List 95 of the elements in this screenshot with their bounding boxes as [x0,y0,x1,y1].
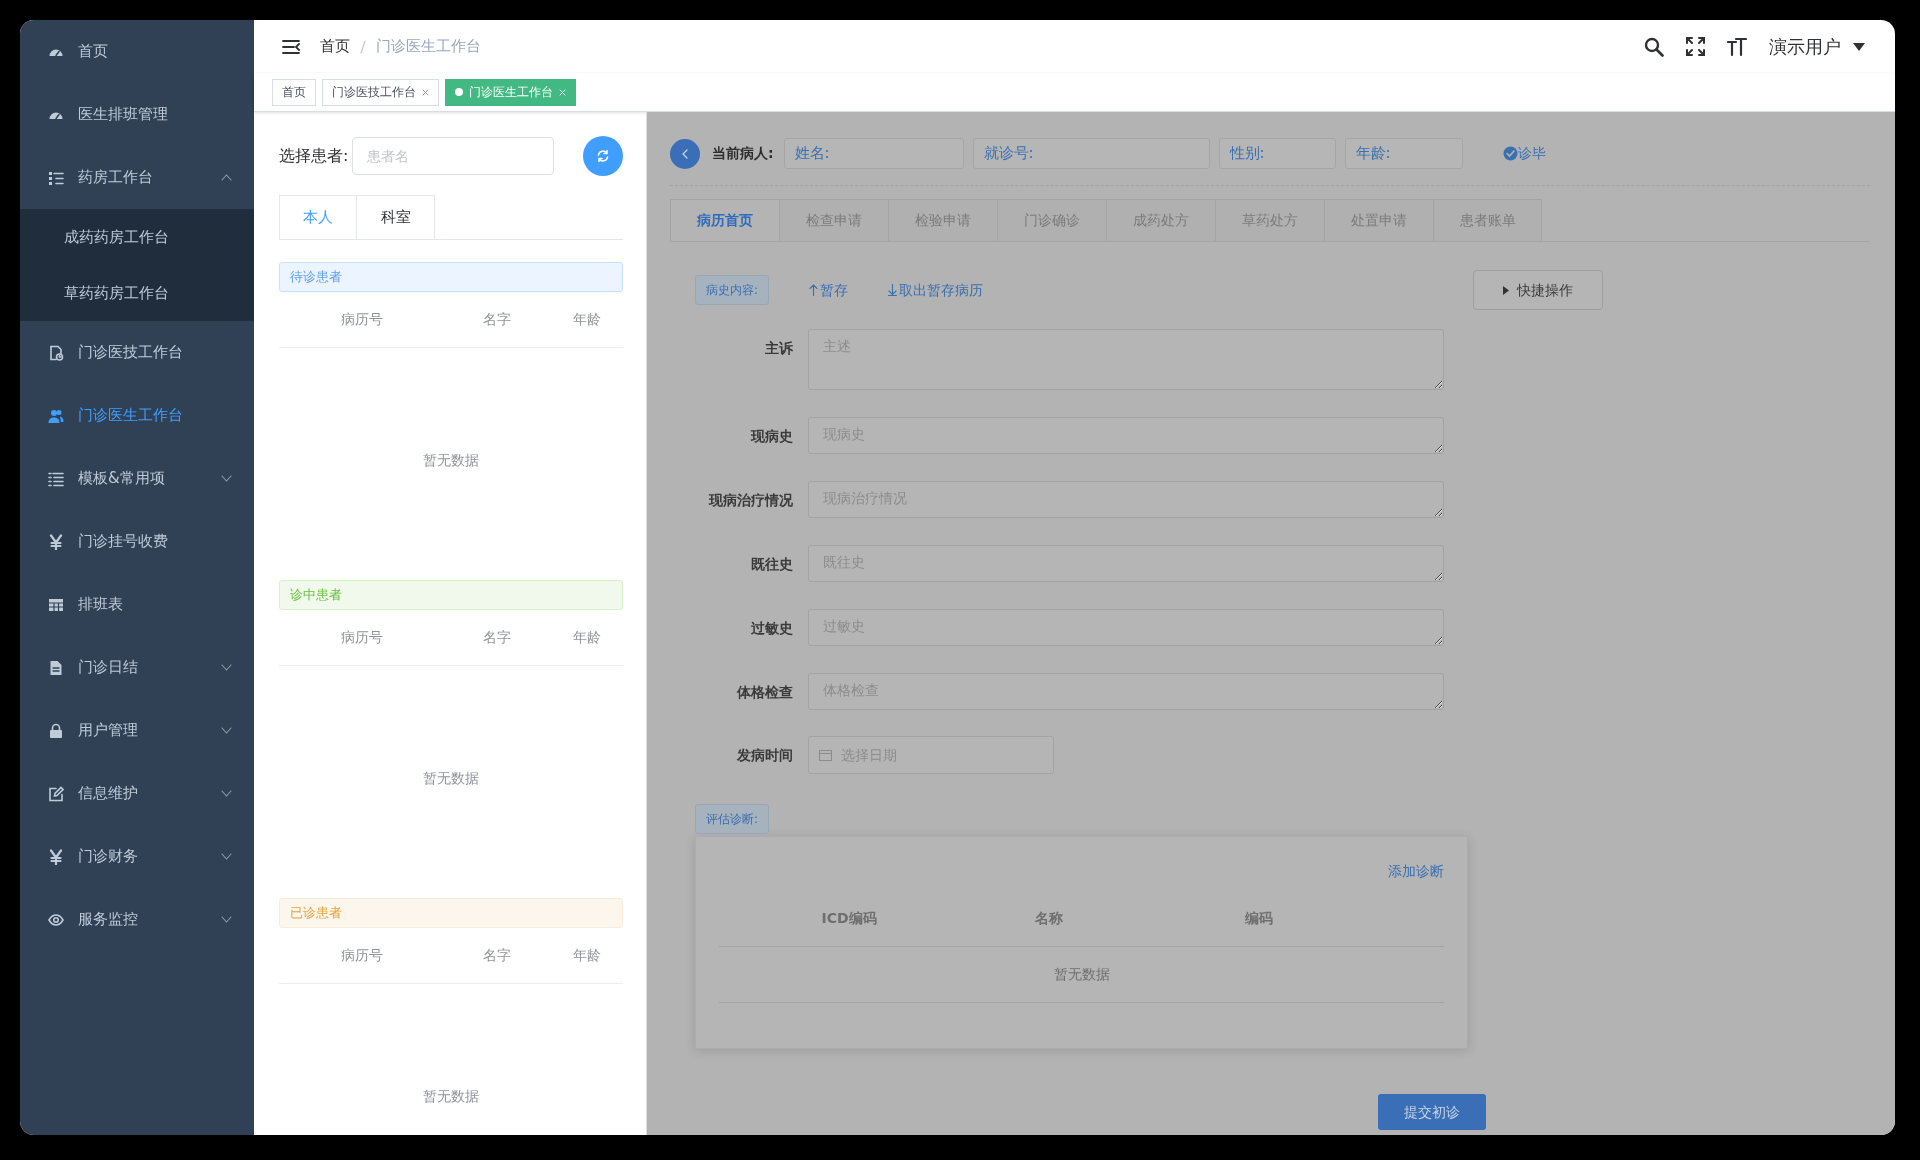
user-menu[interactable]: 演示用户 [1769,33,1865,60]
calendar-icon [819,749,832,761]
column-header: 名字 [482,628,512,647]
caret-icon [1853,42,1865,51]
search-icon [1644,36,1664,57]
sidebar-item[interactable]: 用户管理 [20,699,254,762]
menu-icon [282,38,300,55]
field-label: 既往史 [750,555,793,574]
play-icon [1503,285,1509,295]
column-header: 年龄 [571,310,602,329]
yen-icon [48,533,64,550]
column-header: 病历号 [340,310,384,329]
section-banner: 待诊患者 [279,262,623,292]
submenu-item[interactable]: 成药药房工作台 [20,209,254,265]
file-icon [48,659,64,676]
column-header: 年龄 [571,628,602,647]
field-label: 选择患者: [279,145,349,167]
sidebar-item[interactable]: 门诊医生工作台 [20,384,254,447]
check-circle-icon [1502,146,1518,161]
dot-icon [455,88,463,96]
sidebar-item[interactable]: 门诊医技工作台 [20,321,254,384]
section-banner: 诊中患者 [279,580,623,610]
refresh-button[interactable] [583,136,623,176]
sidebar-item[interactable]: 信息维护 [20,762,254,825]
empty-text: 暂无数据 [423,769,479,788]
patient-label: 当前病人: [712,144,774,163]
section-tag: 病史内容: [695,275,770,305]
chevron-down-icon [221,853,232,860]
sidebar-item[interactable]: 首页 [20,20,254,83]
chevron-down-icon [221,790,232,797]
close-icon [559,88,566,96]
submenu-item[interactable]: 草药药房工作台 [20,265,254,321]
breadcrumb-item[interactable]: 首页 [320,35,350,58]
field-label: 现病治疗情况 [707,491,793,510]
sidebar-item[interactable]: 药房工作台 [20,146,254,209]
column-header: 年龄 [571,946,602,965]
empty-text: 暂无数据 [423,1087,479,1106]
back-button[interactable] [670,138,700,169]
breadcrumb-item: 门诊医生工作台 [376,36,481,58]
eye-icon [48,911,64,928]
chevron-down-icon [221,727,232,734]
patient-info-field: 姓名: [783,138,964,169]
sidebar-item[interactable]: 模板&常用项 [20,447,254,510]
column-header: 病历号 [340,946,384,965]
document-icon [48,344,64,361]
chevron-down-icon [221,916,232,923]
column-header: 名字 [482,946,512,965]
edit-icon [48,785,64,802]
sidebar-item[interactable]: 服务监控 [20,888,254,951]
field-label: 过敏史 [750,619,793,638]
status-text: 诊毕 [1517,144,1546,163]
refresh-icon [596,149,610,163]
sidebar-item[interactable]: 门诊财务 [20,825,254,888]
fullscreen-icon [1686,37,1705,56]
field-label: 体格检查 [736,683,793,702]
column-header: 病历号 [340,628,384,647]
column-header: 名字 [482,310,512,329]
column-header: 名称 [1034,909,1064,928]
table-icon [48,596,64,613]
separator-icon [359,39,367,54]
sidebar-item[interactable]: 排班表 [20,573,254,636]
patient-info-field: 性别: [1218,138,1336,169]
search-field[interactable]: 患者名 [352,137,555,175]
section-tag: 评估诊断: [695,804,770,834]
field-label: 发病时间 [736,746,793,765]
sidebar-item[interactable]: 医生排班管理 [20,83,254,146]
list-icon [48,470,64,487]
arrow-up-icon [809,284,819,296]
section-banner: 已诊患者 [279,898,623,928]
users-icon [48,407,64,424]
patient-info-field: 就诊号: [972,138,1210,169]
field-label: 主诉 [764,339,793,358]
quick-actions-button[interactable]: 快捷操作 [1473,270,1603,310]
submit-button[interactable]: 提交初诊 [1378,1094,1486,1130]
arrow-down-icon [888,284,898,296]
lock-icon [48,722,64,739]
chevron-down-icon [221,664,232,671]
column-header: 编码 [1244,909,1274,928]
field-label: 现病史 [749,427,793,446]
empty-text: 暂无数据 [423,451,479,470]
sidebar-item[interactable]: 门诊日结 [20,636,254,699]
column-header: ICD编码 [820,909,878,928]
sidebar-item[interactable]: 门诊挂号收费 [20,510,254,573]
tab[interactable]: 科室 [357,195,435,239]
chevron-up-icon [221,174,232,181]
chevron-down-icon [221,475,232,482]
tab-tag[interactable]: 门诊医技工作台 [322,78,439,106]
patient-info-field: 年龄: [1344,138,1463,169]
yen-icon [48,848,64,865]
chevron-left-icon [682,148,688,159]
list-icon [48,169,64,186]
empty-text: 暂无数据 [1053,965,1110,984]
text-size-icon [1727,36,1747,57]
tab-tag[interactable]: 首页 [272,78,316,106]
close-icon [422,88,429,96]
